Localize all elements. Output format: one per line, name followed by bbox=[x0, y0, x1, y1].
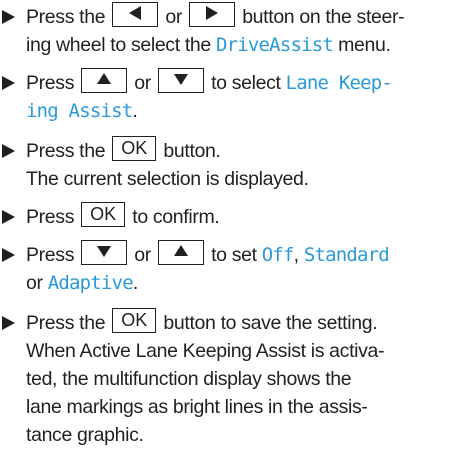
step-6-text-e: lane markings as bright lines in the ass… bbox=[26, 396, 368, 418]
bullet-arrow-icon bbox=[2, 248, 15, 262]
step-2-text-b: or bbox=[134, 72, 151, 94]
down-arrow-key bbox=[81, 239, 128, 265]
step-1-text-c: button on the steer- bbox=[242, 6, 405, 28]
triangle-up-icon bbox=[97, 72, 112, 84]
step-5: Press or to set Off, Standard or Adaptiv… bbox=[2, 239, 458, 297]
triangle-left-icon bbox=[129, 5, 142, 20]
instruction-page: Press the or button on the steer- ing wh… bbox=[0, 0, 463, 446]
step-6-text-a: Press the bbox=[26, 312, 106, 334]
up-arrow-key bbox=[157, 239, 204, 265]
right-arrow-key bbox=[189, 1, 236, 27]
bullet-arrow-icon bbox=[2, 10, 15, 24]
menu-name-driveassist: DriveAssist bbox=[215, 34, 334, 56]
step-1-text-d: ing wheel to select the bbox=[26, 34, 211, 56]
triangle-down-icon bbox=[97, 245, 112, 257]
left-arrow-key bbox=[112, 1, 159, 27]
step-6-text-b: button to save the setting. bbox=[163, 312, 378, 334]
bullet-arrow-icon bbox=[2, 144, 15, 158]
step-1-text-f: menu. bbox=[338, 34, 391, 56]
step-5-text-i: . bbox=[132, 272, 138, 294]
step-3-text-c: The current selection is displayed. bbox=[26, 168, 309, 190]
setting-standard: Standard bbox=[303, 244, 390, 266]
menu-item-lane-keeping-assist-b: ing Assist bbox=[26, 100, 133, 122]
triangle-up-icon bbox=[173, 244, 188, 256]
step-4-text-a: Press bbox=[26, 206, 75, 228]
bullet-arrow-icon bbox=[2, 210, 15, 224]
step-6-text-d: ted, the multifunction display shows the bbox=[26, 368, 352, 390]
step-4: Press OK to confirm. bbox=[2, 201, 458, 231]
step-3-text-a: Press the bbox=[26, 140, 106, 162]
step-1-text-a: Press the bbox=[26, 6, 106, 28]
bullet-arrow-icon bbox=[2, 316, 15, 330]
step-4-text-b: to confirm. bbox=[132, 206, 220, 228]
step-2-text-a: Press bbox=[26, 72, 75, 94]
step-6: Press the OK button to save the setting.… bbox=[2, 307, 458, 449]
ok-key: OK bbox=[112, 307, 157, 333]
bullet-arrow-icon bbox=[2, 76, 15, 90]
step-5-text-a: Press bbox=[26, 244, 75, 266]
step-5-text-g: or bbox=[26, 272, 43, 294]
step-3: Press the OK button. The current selecti… bbox=[2, 135, 458, 193]
step-3-text-b: button. bbox=[163, 140, 221, 162]
up-arrow-key bbox=[81, 67, 128, 93]
setting-adaptive: Adaptive bbox=[47, 272, 134, 294]
step-5-text-c: to set bbox=[211, 244, 257, 266]
step-2-text-f: . bbox=[132, 100, 138, 122]
triangle-right-icon bbox=[206, 5, 219, 20]
ok-key: OK bbox=[112, 135, 157, 161]
setting-off: Off bbox=[261, 244, 295, 266]
step-1: Press the or button on the steer- ing wh… bbox=[2, 1, 458, 59]
step-5-text-e: , bbox=[293, 244, 299, 266]
down-arrow-key bbox=[157, 67, 204, 93]
step-5-text-b: or bbox=[134, 244, 151, 266]
triangle-down-icon bbox=[173, 73, 188, 85]
ok-key: OK bbox=[81, 201, 126, 227]
step-1-text-b: or bbox=[165, 6, 183, 28]
step-6-text-c: When Active Lane Keeping Assist is activ… bbox=[26, 340, 385, 362]
menu-item-lane-keeping-assist-a: Lane Keep- bbox=[285, 72, 393, 94]
step-6-text-f: tance graphic. bbox=[26, 424, 144, 446]
step-2: Press or to select Lane Keep- ing Assist… bbox=[2, 67, 458, 125]
step-2-text-c: to select bbox=[211, 72, 281, 94]
